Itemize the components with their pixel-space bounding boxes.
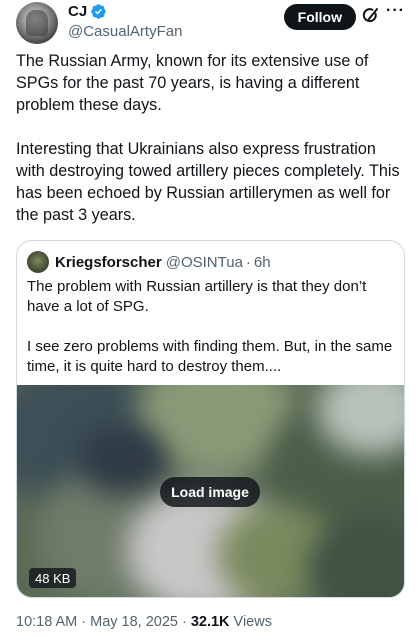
follow-button[interactable]: Follow <box>283 4 356 30</box>
tweet-time[interactable]: 10:18 AM <box>16 614 77 630</box>
blurred-image-placeholder[interactable]: Load image 48 KB <box>17 385 404 597</box>
quoted-paragraph: The problem with Russian artillery is th… <box>27 278 367 315</box>
meta-separator: · <box>81 614 87 630</box>
quoted-paragraph: I see zero problems with finding them. B… <box>27 338 393 375</box>
tweet-paragraph: The Russian Army, known for its extensiv… <box>16 52 369 114</box>
tweet-header: CJ @CasualArtyFan Follow ··· <box>16 0 404 48</box>
author-display-name[interactable]: CJ <box>68 3 87 20</box>
quoted-timestamp: 6h <box>253 253 271 271</box>
quoted-tweet-text: The problem with Russian artillery is th… <box>27 277 395 377</box>
image-size-badge: 48 KB <box>29 568 77 588</box>
quoted-separator: · <box>245 253 251 271</box>
views-label: Views <box>233 614 272 630</box>
quoted-author-name: Kriegsforscher <box>55 253 162 271</box>
quoted-tweet[interactable]: Kriegsforscher @OSINTua · 6h The problem… <box>16 240 405 598</box>
author-avatar[interactable] <box>16 2 58 44</box>
load-image-button[interactable]: Load image <box>160 477 260 507</box>
quoted-tweet-header: Kriegsforscher @OSINTua · 6h <box>27 251 271 273</box>
tweet-text: The Russian Army, known for its extensiv… <box>16 50 408 226</box>
tweet-date[interactable]: May 18, 2025 <box>90 614 178 630</box>
meta-separator: · <box>181 614 187 630</box>
more-icon[interactable]: ··· <box>386 2 404 24</box>
verified-badge-icon <box>91 4 106 19</box>
tweet-metadata: 10:18 AM · May 18, 2025 · 32.1K Views <box>16 614 272 630</box>
grok-icon[interactable] <box>360 5 382 27</box>
tweet-paragraph: Interesting that Ukrainians also express… <box>16 140 400 224</box>
quoted-author-avatar <box>27 251 49 273</box>
views-count[interactable]: 32.1K <box>191 614 230 630</box>
quoted-author-handle: @OSINTua <box>165 253 243 271</box>
author-handle[interactable]: @CasualArtyFan <box>68 23 182 40</box>
author-name-row: CJ <box>68 3 107 20</box>
